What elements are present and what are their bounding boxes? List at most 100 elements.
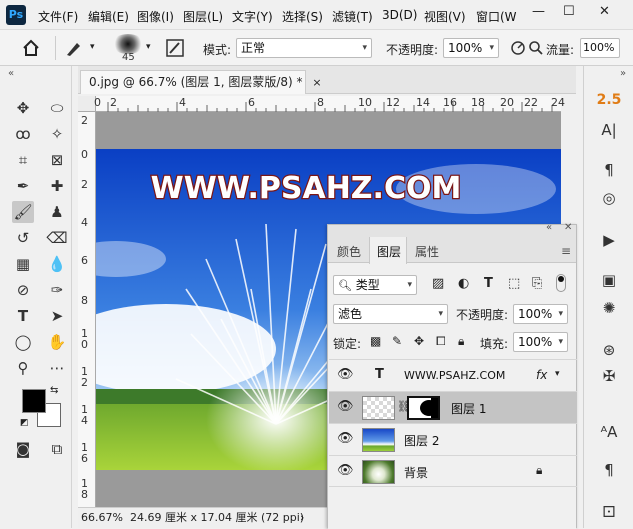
blur-tool-icon[interactable]: 💧 bbox=[46, 253, 68, 275]
crop-tool-icon[interactable]: ⌗ bbox=[12, 149, 34, 171]
filter-toggle[interactable] bbox=[556, 274, 566, 292]
stamp-tool-icon[interactable]: ♟ bbox=[46, 201, 68, 223]
play-actions-icon[interactable]: ▶ bbox=[594, 228, 624, 252]
pen-tool-icon[interactable]: ✑ bbox=[46, 279, 68, 301]
quick-mask-icon[interactable]: ◙ bbox=[12, 438, 34, 460]
document-tab[interactable]: 0.jpg @ 66.7% (图层 1, 图层蒙版/8) * × bbox=[80, 70, 322, 94]
eraser-tool-icon[interactable]: ⌫ bbox=[46, 227, 68, 249]
effects-fx-icon[interactable]: fx bbox=[536, 368, 547, 382]
zoom-level[interactable]: 66.67% bbox=[81, 508, 123, 528]
zoom-tool-icon[interactable]: ⚲ bbox=[12, 357, 34, 379]
magic-wand-icon[interactable]: ✧ bbox=[46, 123, 68, 145]
visibility-eye-icon[interactable]: 👁︎ bbox=[337, 400, 354, 413]
status-menu-arrow[interactable]: › bbox=[300, 508, 304, 528]
close-window-button[interactable]: ✕ bbox=[599, 4, 610, 19]
vertical-ruler[interactable]: 2 0 2 4 6 8 1 0 1 2 1 4 1 6 1 8 bbox=[78, 112, 96, 507]
default-colors-icon[interactable]: ◩ bbox=[20, 418, 29, 428]
search-icon[interactable] bbox=[528, 40, 544, 56]
screen-mode-icon[interactable]: ⧉ bbox=[46, 438, 68, 460]
type-tool-icon[interactable]: T bbox=[12, 305, 34, 327]
menu-file[interactable]: 文件(F) bbox=[38, 8, 78, 25]
lock-all-icon[interactable]: 🔒︎ bbox=[458, 334, 464, 349]
layer-name[interactable]: WWW.PSAHZ.COM bbox=[404, 369, 505, 382]
more-tools-icon[interactable]: ⋯ bbox=[46, 357, 68, 379]
channels-panel-icon[interactable]: ✠ bbox=[594, 364, 624, 388]
shape-filter-icon[interactable]: ⬚ bbox=[508, 276, 520, 291]
marquee-tool-icon[interactable]: ⬭ bbox=[46, 97, 68, 119]
gradient-tool-icon[interactable]: ▦ bbox=[12, 253, 34, 275]
layer-row[interactable]: 👁︎ 背景 🔒︎ bbox=[329, 455, 577, 487]
collapse-icon[interactable]: « bbox=[546, 222, 552, 233]
paragraph-style-icon[interactable]: ¶ bbox=[594, 458, 624, 482]
adjustment-filter-icon[interactable]: ◐ bbox=[458, 276, 469, 291]
layer-filter-select[interactable]: 🔍︎ 类型 ▾ bbox=[333, 275, 417, 295]
home-icon[interactable] bbox=[22, 39, 40, 57]
frame-tool-icon[interactable]: ⊠ bbox=[46, 149, 68, 171]
brush-settings-value[interactable]: 2.5 bbox=[594, 88, 624, 112]
panel-header[interactable]: « ✕ bbox=[328, 222, 576, 237]
chevron-down-icon[interactable]: ▾ bbox=[146, 42, 151, 52]
libraries-icon[interactable]: ▣ bbox=[594, 268, 624, 292]
glyphs-panel-icon[interactable]: ◎ bbox=[594, 186, 624, 210]
brush-settings-icon[interactable] bbox=[165, 38, 185, 58]
eyedropper-tool-icon[interactable]: ✒ bbox=[12, 175, 34, 197]
menu-window[interactable]: 窗口(W bbox=[476, 8, 517, 25]
smart-object-filter-icon[interactable]: ⎘ bbox=[532, 276, 542, 291]
chevron-down-icon[interactable]: ▾ bbox=[555, 369, 560, 379]
visibility-eye-icon[interactable]: 👁︎ bbox=[337, 432, 354, 445]
lock-position-icon[interactable]: ✥ bbox=[414, 334, 424, 348]
path-select-icon[interactable]: ➤ bbox=[46, 305, 68, 327]
chevron-down-icon[interactable]: ▾ bbox=[90, 42, 95, 52]
menu-3d[interactable]: 3D(D) bbox=[382, 8, 417, 22]
layer-opacity-input[interactable]: 100% ▾ bbox=[513, 304, 568, 324]
fill-input[interactable]: 100% ▾ bbox=[513, 332, 568, 352]
lasso-tool-icon[interactable]: ꝏ bbox=[12, 123, 34, 145]
character-panel-icon[interactable]: A| bbox=[594, 118, 624, 142]
collapse-icon[interactable]: « bbox=[8, 68, 14, 79]
character-style-icon[interactable]: ᴬA bbox=[594, 420, 624, 444]
type-filter-icon[interactable]: T bbox=[484, 276, 493, 291]
layer-row[interactable]: 👁︎ 图层 2 bbox=[329, 423, 577, 455]
paths-panel-icon[interactable]: ⊛ bbox=[594, 338, 624, 362]
layer-name[interactable]: 图层 1 bbox=[451, 400, 486, 417]
brush-tool-icon[interactable] bbox=[64, 38, 84, 58]
close-panel-icon[interactable]: ✕ bbox=[564, 222, 572, 233]
visibility-eye-icon[interactable]: 👁︎ bbox=[337, 368, 354, 381]
menu-filter[interactable]: 滤镜(T) bbox=[332, 8, 373, 25]
dodge-tool-icon[interactable]: ⊘ bbox=[12, 279, 34, 301]
menu-view[interactable]: 视图(V) bbox=[424, 8, 466, 25]
opacity-input[interactable]: 100% ▾ bbox=[443, 38, 499, 58]
flow-input[interactable]: 100% bbox=[580, 38, 620, 58]
brush-preset-preview[interactable] bbox=[112, 34, 144, 54]
pressure-opacity-icon[interactable] bbox=[510, 40, 526, 56]
lock-artboard-icon[interactable]: ⧠ bbox=[436, 334, 446, 349]
menu-select[interactable]: 选择(S) bbox=[282, 8, 323, 25]
visibility-eye-icon[interactable]: 👁︎ bbox=[337, 464, 354, 477]
healing-brush-icon[interactable]: ✚ bbox=[46, 175, 68, 197]
timeline-icon[interactable]: ⚀ bbox=[594, 500, 624, 524]
close-tab-icon[interactable]: × bbox=[312, 76, 321, 89]
hand-tool-icon[interactable]: ✋ bbox=[46, 331, 68, 353]
tab-properties[interactable]: 属性 bbox=[415, 243, 439, 260]
menu-edit[interactable]: 编辑(E) bbox=[88, 8, 129, 25]
lock-pixels-icon[interactable]: ✎ bbox=[392, 334, 402, 348]
blend-mode-select[interactable]: 滤色 ▾ bbox=[333, 304, 448, 324]
horizontal-ruler[interactable]: 0 2 4 6 8 10 12 14 16 18 20 22 24 bbox=[94, 96, 565, 112]
foreground-color-swatch[interactable] bbox=[22, 389, 46, 413]
lock-transparency-icon[interactable]: ▩ bbox=[370, 334, 381, 348]
layer-row-text[interactable]: 👁︎ T WWW.PSAHZ.COM fx ▾ bbox=[329, 359, 577, 391]
panel-menu-icon[interactable]: ≡ bbox=[561, 244, 571, 258]
layer-name[interactable]: 图层 2 bbox=[404, 432, 439, 449]
move-tool-icon[interactable]: ✥ bbox=[12, 97, 34, 119]
layer-name[interactable]: 背景 bbox=[404, 464, 428, 481]
layer-row-selected[interactable]: 👁︎ ⛓ 图层 1 bbox=[329, 391, 577, 423]
maximize-button[interactable]: ☐ bbox=[563, 4, 575, 19]
ellipse-tool-icon[interactable]: ◯ bbox=[12, 331, 34, 353]
swap-colors-icon[interactable]: ⇆ bbox=[50, 385, 58, 396]
adjustments-icon[interactable]: ✺ bbox=[594, 296, 624, 320]
mode-select[interactable]: 正常 ▾ bbox=[236, 38, 372, 58]
menu-layer[interactable]: 图层(L) bbox=[183, 8, 223, 25]
brush-tool-icon[interactable]: 🖌 bbox=[12, 201, 34, 223]
minimize-button[interactable]: — bbox=[532, 4, 545, 19]
paragraph-panel-icon[interactable]: ¶ bbox=[594, 158, 624, 182]
